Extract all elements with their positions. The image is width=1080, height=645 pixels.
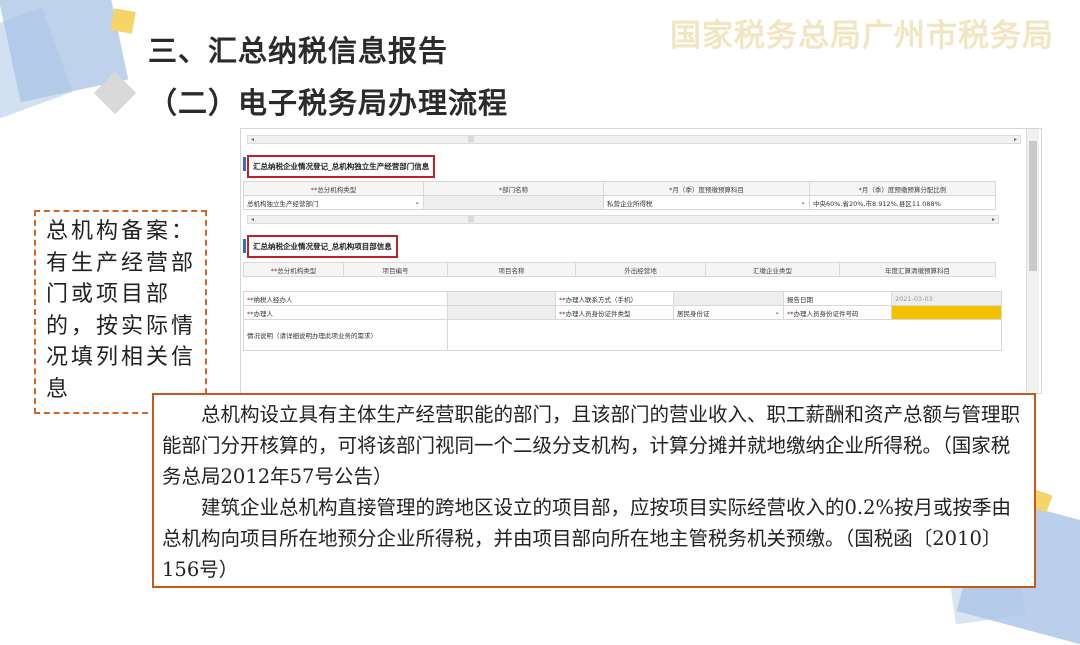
dept-table: **总分机构类型 *部门名称 *月（季）度预缴预算科目 *月（季）度预缴预算分配… [243,181,996,210]
contact-phone-input[interactable] [673,291,784,306]
column-header: **总分机构类型 [243,181,424,196]
label-text: *办理人员身份证件类型 [562,309,631,318]
form-label: **办理人联系方式（手机） [555,291,674,306]
select-value: 居民身份证 [677,309,710,318]
project-table: **总分机构类型 项目编号 项目名称 外出经营地 汇缴企业类型 年度汇算清缴预算… [243,262,996,277]
label-text: *办理人员身份证件号码 [790,309,859,318]
form-label: 报告日期 [783,291,892,306]
horizontal-scrollbar[interactable]: ◂ ||| ▸ [247,215,999,224]
decor-square [110,8,136,34]
section-marker [243,239,246,253]
org-type-select[interactable]: 总机构独立生产经营部门 ⌄ [243,195,424,210]
column-header: *月（季）度预缴预算科目 [603,181,810,196]
vertical-scrollbar[interactable] [1026,129,1039,393]
brand-watermark: 国家税务总局广州市税务局 [670,18,1054,54]
scroll-thumb[interactable] [1029,141,1037,271]
budget-subject-select[interactable]: 私营企业所得税 ⌄ [603,195,810,210]
select-value: 总机构独立生产经营部门 [247,199,319,208]
scroll-thumb[interactable]: ||| [468,216,474,223]
scroll-right-icon[interactable]: ▸ [1014,136,1017,143]
section1-title: 汇总纳税企业情况登记_总机构独立生产经营部门信息 [247,155,436,178]
scroll-left-icon[interactable]: ◂ [251,216,254,223]
column-header: 项目编号 [343,262,448,277]
form-label: **办理人员身份证件号码 [783,305,892,320]
column-header: **总分机构类型 [243,262,344,277]
table-row: 总机构独立生产经营部门 ⌄ 私营企业所得税 ⌄ 中央60%,省20%,市8.912%… [243,195,996,210]
column-header: 外出经营地 [575,262,706,277]
table-header-row: **总分机构类型 项目编号 项目名称 外出经营地 汇缴企业类型 年度汇算清缴预算… [243,262,996,277]
horizontal-scrollbar[interactable]: ◂ ||| ▸ [247,135,1021,144]
handler-input[interactable] [447,305,556,320]
label-text: *办理人联系方式（手机） [562,295,637,304]
column-header-label: *月（季）度预缴预算科目 [669,185,744,194]
column-header: 汇缴企业类型 [705,262,840,277]
column-header: *月（季）度预缴预算分配比例 [809,181,996,196]
chevron-down-icon[interactable]: ⌄ [775,308,780,318]
annotation-box: 总机构备案：有生产经营部门或项目部的，按实际情况填列相关信息 [34,210,207,414]
form-label: **纳税人经办人 [243,291,448,306]
select-value: 私营企业所得税 [607,199,653,208]
id-type-select[interactable]: 居民身份证 ⌄ [673,305,784,320]
section-marker [243,157,246,171]
chevron-down-icon[interactable]: ⌄ [415,198,420,208]
scroll-left-icon[interactable]: ◂ [251,136,254,143]
column-header: 项目名称 [447,262,576,277]
explanation-box: 总机构设立具有主体生产经营职能的部门，且该部门的营业收入、职工薪酬和资产总额与管… [152,393,1036,588]
section2-title: 汇总纳税企业情况登记_总机构项目部信息 [247,235,398,258]
scroll-thumb[interactable]: ||| [468,136,474,143]
column-header-label: *总分机构类型 [274,266,317,275]
explanation-paragraph: 总机构设立具有主体生产经营职能的部门，且该部门的营业收入、职工薪酬和资产总额与管… [162,403,1021,488]
scroll-right-icon[interactable]: ▸ [992,216,995,223]
form-label: 情况说明（请详细说明办理此项业务的需求） [243,319,448,351]
column-header-label: *部门名称 [498,185,529,194]
remark-textarea[interactable] [447,319,1002,351]
taxpayer-handler-input[interactable] [447,291,556,306]
explanation-paragraph: 建筑企业总机构直接管理的跨地区设立的项目部，应按项目实际经营收入的0.2%按月或… [162,496,1012,581]
report-date-field[interactable]: 2021-03-03 [891,291,1002,306]
form-row: **办理人 **办理人员身份证件类型 居民身份证 ⌄ **办理人员身份证件号码 [243,305,1002,320]
dept-name-input[interactable] [423,195,604,210]
label-text: *办理人 [250,309,273,318]
chevron-down-icon[interactable]: ⌄ [801,198,806,208]
form-label: **办理人 [243,305,448,320]
label-text: *纳税人经办人 [250,295,293,304]
column-header-label: *月（季）度预缴预算分配比例 [858,185,947,194]
column-header-label: *总分机构类型 [314,185,357,194]
etax-screenshot: ◂ ||| ▸ 汇总纳税企业情况登记_总机构独立生产经营部门信息 **总分机构类… [240,128,1042,394]
slide-title: 三、汇总纳税信息报告 [148,34,449,68]
form-label: **办理人员身份证件类型 [555,305,674,320]
form-row: 情况说明（请详细说明办理此项业务的需求） [243,319,1002,351]
table-header-row: **总分机构类型 *部门名称 *月（季）度预缴预算科目 *月（季）度预缴预算分配… [243,181,996,196]
id-number-input[interactable] [891,305,1002,320]
column-header: *部门名称 [423,181,604,196]
column-header: 年度汇算清缴预算科目 [839,262,996,277]
handler-form: **纳税人经办人 **办理人联系方式（手机） 报告日期 2021-03-03 *… [243,291,1002,351]
ratio-cell[interactable]: 中央60%,省20%,市8.912%,县区11.088% [809,195,996,210]
slide-subtitle: （二）电子税务局办理流程 [148,86,509,120]
form-row: **纳税人经办人 **办理人联系方式（手机） 报告日期 2021-03-03 [243,291,1002,306]
